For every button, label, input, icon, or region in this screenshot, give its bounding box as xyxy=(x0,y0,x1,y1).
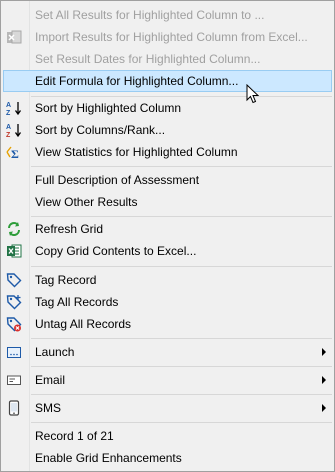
menu-item-view-statistics[interactable]: Σ View Statistics for Highlighted Column xyxy=(3,142,332,162)
menu-item-tag-all-records[interactable]: Tag All Records xyxy=(3,292,332,312)
menu-item-refresh-grid[interactable]: Refresh Grid xyxy=(3,219,332,239)
mobile-phone-icon xyxy=(6,400,22,416)
menu-separator xyxy=(31,166,332,167)
menu-item-label: Edit Formula for Highlighted Column... xyxy=(35,74,239,88)
menu-item-label: Enable Grid Enhancements xyxy=(35,451,182,465)
mouse-pointer-icon xyxy=(246,84,260,104)
menu-item-label: Import Results for Highlighted Column fr… xyxy=(35,30,308,44)
menu-item-label: Refresh Grid xyxy=(35,222,104,236)
menu-item-label: Tag All Records xyxy=(35,295,119,309)
launch-icon xyxy=(6,344,22,360)
menu-item-set-all-results[interactable]: Set All Results for Highlighted Column t… xyxy=(3,5,332,25)
tag-icon xyxy=(6,272,22,288)
context-menu: Set All Results for Highlighted Column t… xyxy=(0,0,335,472)
menu-item-label: Email xyxy=(35,373,66,387)
menu-item-label: Launch xyxy=(35,345,75,359)
excel-import-icon xyxy=(6,29,22,45)
menu-separator xyxy=(31,422,332,423)
menu-item-import-results[interactable]: Import Results for Highlighted Column fr… xyxy=(3,27,332,47)
menu-item-label: SMS xyxy=(35,401,62,415)
tag-remove-icon xyxy=(6,316,22,332)
menu-item-label: Set Result Dates for Highlighted Column.… xyxy=(35,52,261,66)
menu-item-enable-grid-enhancements[interactable]: Enable Grid Enhancements xyxy=(3,448,332,468)
menu-item-label: Full Description of Assessment xyxy=(35,173,200,187)
sort-multi-icon: A Z xyxy=(6,122,22,138)
sort-az-icon: A Z xyxy=(6,100,22,116)
menu-item-label: Set All Results for Highlighted Column t… xyxy=(35,8,265,22)
menu-item-view-other-results[interactable]: View Other Results xyxy=(3,192,332,212)
menu-item-full-description[interactable]: Full Description of Assessment xyxy=(3,170,332,190)
menu-item-email[interactable]: Email xyxy=(3,370,332,390)
svg-text:A: A xyxy=(6,124,11,131)
submenu-arrow-icon xyxy=(322,404,326,412)
menu-item-untag-all-records[interactable]: Untag All Records xyxy=(3,314,332,334)
menu-item-label: Untag All Records xyxy=(35,317,132,331)
menu-item-sort-columns-rank[interactable]: A Z Sort by Columns/Rank... xyxy=(3,120,332,140)
menu-item-set-result-dates[interactable]: Set Result Dates for Highlighted Column.… xyxy=(3,49,332,69)
menu-item-tag-record[interactable]: Tag Record xyxy=(3,270,332,290)
menu-item-label: Sort by Highlighted Column xyxy=(35,101,182,115)
menu-item-copy-to-excel[interactable]: Copy Grid Contents to Excel... xyxy=(3,241,332,261)
svg-text:Z: Z xyxy=(6,110,11,116)
refresh-icon xyxy=(6,221,22,237)
menu-item-sms[interactable]: SMS xyxy=(3,398,332,418)
menu-item-record-count[interactable]: Record 1 of 21 xyxy=(3,426,332,446)
menu-item-edit-formula[interactable]: Edit Formula for Highlighted Column... xyxy=(3,70,332,92)
menu-separator xyxy=(31,366,332,367)
statistics-sigma-icon: Σ xyxy=(6,144,22,160)
menu-item-label: View Other Results xyxy=(35,195,138,209)
menu-item-label: View Statistics for Highlighted Column xyxy=(35,145,238,159)
menu-separator xyxy=(31,394,332,395)
menu-separator xyxy=(31,96,332,97)
submenu-arrow-icon xyxy=(322,376,326,384)
svg-text:A: A xyxy=(6,102,11,109)
menu-separator xyxy=(31,266,332,267)
menu-separator xyxy=(31,338,332,339)
email-icon xyxy=(6,372,22,388)
menu-separator xyxy=(31,216,332,217)
menu-item-label: Record 1 of 21 xyxy=(35,429,114,443)
submenu-arrow-icon xyxy=(322,348,326,356)
menu-item-label: Sort by Columns/Rank... xyxy=(35,123,166,137)
excel-icon xyxy=(6,243,22,259)
menu-item-sort-highlighted[interactable]: A Z Sort by Highlighted Column xyxy=(3,98,332,118)
svg-text:Σ: Σ xyxy=(11,147,19,160)
menu-item-label: Copy Grid Contents to Excel... xyxy=(35,244,197,258)
svg-text:Z: Z xyxy=(6,132,11,138)
menu-item-launch[interactable]: Launch xyxy=(3,342,332,362)
menu-item-label: Tag Record xyxy=(35,273,97,287)
tag-add-icon xyxy=(6,294,22,310)
